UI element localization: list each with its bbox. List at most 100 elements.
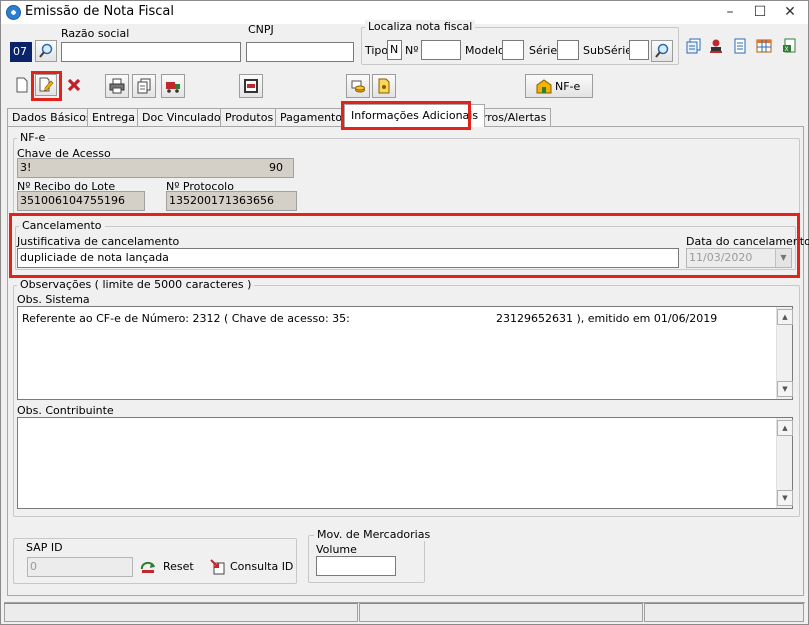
tab-produtos[interactable]: Produtos [220,108,279,126]
coins-icon [351,80,365,93]
table-button[interactable] [756,38,774,56]
search-icon [655,43,669,58]
data-cancelamento-label: Data do cancelamento [686,235,809,248]
nfe-button[interactable]: NF-e [525,74,593,98]
tab-pagamentos[interactable]: Pagamentos [275,108,353,126]
xml-button[interactable] [239,74,263,98]
obs-contribuinte-scrollbar[interactable]: ▲ ▼ [776,418,793,508]
cnpj-label: CNPJ [248,23,274,36]
localiza-search-button[interactable] [651,40,673,62]
page-button[interactable] [732,38,750,56]
volume-label: Volume [316,543,357,556]
cancelamento-title: Cancelamento [19,219,105,232]
justificativa-label: Justificativa de cancelamento [17,235,180,248]
reset-icon [140,561,155,573]
status-cell-1 [4,603,358,622]
scroll-up-icon[interactable]: ▲ [777,309,793,325]
edit-button[interactable] [35,74,57,96]
obs-sistema-label: Obs. Sistema [17,293,90,306]
tipo-label: Tipo [365,44,389,57]
window-title: Emissão de Nota Fiscal [25,4,174,19]
tipo-input[interactable]: N [387,40,402,60]
volume-input[interactable] [316,556,396,576]
truck-icon [166,82,180,93]
search-icon [39,43,53,58]
new-document-icon [16,77,28,93]
svg-text:X: X [785,46,789,53]
app-icon [6,5,21,20]
data-cancelamento-picker[interactable]: 11/03/2020 ▼ [686,248,792,268]
chave-value-end: 90 [269,161,283,174]
chevron-down-icon[interactable]: ▼ [775,249,791,267]
modelo-label: Modelo [465,44,505,57]
serie-input[interactable] [557,40,579,60]
printer-icon [109,78,125,94]
modelo-input[interactable] [502,40,524,60]
obs-sistema-text-part1: Referente ao CF-e de Número: 2312 ( Chav… [22,312,350,325]
consulta-id-label: Consulta ID [230,560,294,573]
protocolo-input: 135200171363656 [166,191,297,211]
table-icon [756,39,772,53]
nfe-button-label: NF-e [555,79,581,93]
consulta-icon [210,559,225,575]
tab-informacoes-adicionais[interactable]: Informações Adicionais [344,104,486,127]
numero-label: Nº [405,44,419,57]
print-button[interactable] [105,74,129,98]
main-window: Emissão de Nota Fiscal – ☐ ✕ 07 Razão so… [0,0,809,625]
mercadorias-title: Mov. de Mercadorias [314,528,434,541]
document-lock-button[interactable] [372,74,396,98]
maximize-button[interactable]: ☐ [746,1,774,23]
reset-button[interactable]: Reset [140,558,195,576]
minimize-button[interactable]: – [716,1,744,23]
obs-sistema-textarea[interactable]: Referente ao CF-e de Número: 2312 ( Chav… [17,306,793,400]
copy-icon [137,78,151,94]
localiza-title: Localiza nota fiscal [365,20,476,33]
subserie-input[interactable] [629,40,649,60]
subserie-label: SubSérie [583,44,633,57]
close-button[interactable]: ✕ [776,1,804,23]
copy-button[interactable] [132,74,156,98]
code-field[interactable]: 07 [10,42,32,62]
scroll-down-icon[interactable]: ▼ [777,490,793,506]
delete-icon [67,78,81,92]
scroll-up-icon[interactable]: ▲ [777,420,793,436]
documents-button[interactable] [686,38,704,56]
edit-document-icon [39,77,54,92]
reset-label: Reset [163,560,194,573]
documents-icon [686,38,701,54]
sap-id-input[interactable]: 0 [27,557,133,577]
data-cancelamento-value: 11/03/2020 [689,251,753,264]
cnpj-input[interactable] [246,42,354,62]
status-cell-2 [359,603,643,622]
page-icon [734,38,746,54]
delete-button[interactable] [63,74,85,96]
obs-contribuinte-label: Obs. Contribuinte [17,404,114,417]
observacoes-title: Observações ( limite de 5000 caracteres … [17,278,255,291]
transport-button[interactable] [161,74,185,98]
export-icon: X [783,38,796,53]
justificativa-input[interactable]: dupliciade de nota lançada [17,248,679,268]
numero-input[interactable] [421,40,461,60]
obs-sistema-scrollbar[interactable]: ▲ ▼ [776,307,793,399]
search-button[interactable] [35,40,57,62]
scroll-down-icon[interactable]: ▼ [777,381,793,397]
consulta-id-button[interactable]: Consulta ID [210,558,294,576]
obs-contribuinte-textarea[interactable]: ▲ ▼ [17,417,793,509]
stamp-button[interactable] [708,38,726,56]
obs-sistema-text-part2: 23129652631 ), emitido em 01/06/2019 [496,312,718,325]
razao-social-input[interactable] [61,42,241,62]
nfe-icon [536,79,552,94]
sap-title: SAP ID [23,541,66,554]
new-button[interactable] [11,74,33,96]
document-yellow-icon [378,78,390,94]
status-cell-3 [644,603,804,622]
status-bar [4,602,805,622]
export-button[interactable]: X [782,38,800,56]
film-icon [244,79,258,93]
chave-input: 3! 90 [17,158,294,178]
tab-dados-basicos[interactable]: Dados Básicos [7,108,97,126]
tab-doc-vinculados[interactable]: Doc Vinculados [137,108,232,126]
serie-label: Série [529,44,558,57]
tab-entrega[interactable]: Entrega [87,108,141,126]
coins-button[interactable] [346,74,370,98]
